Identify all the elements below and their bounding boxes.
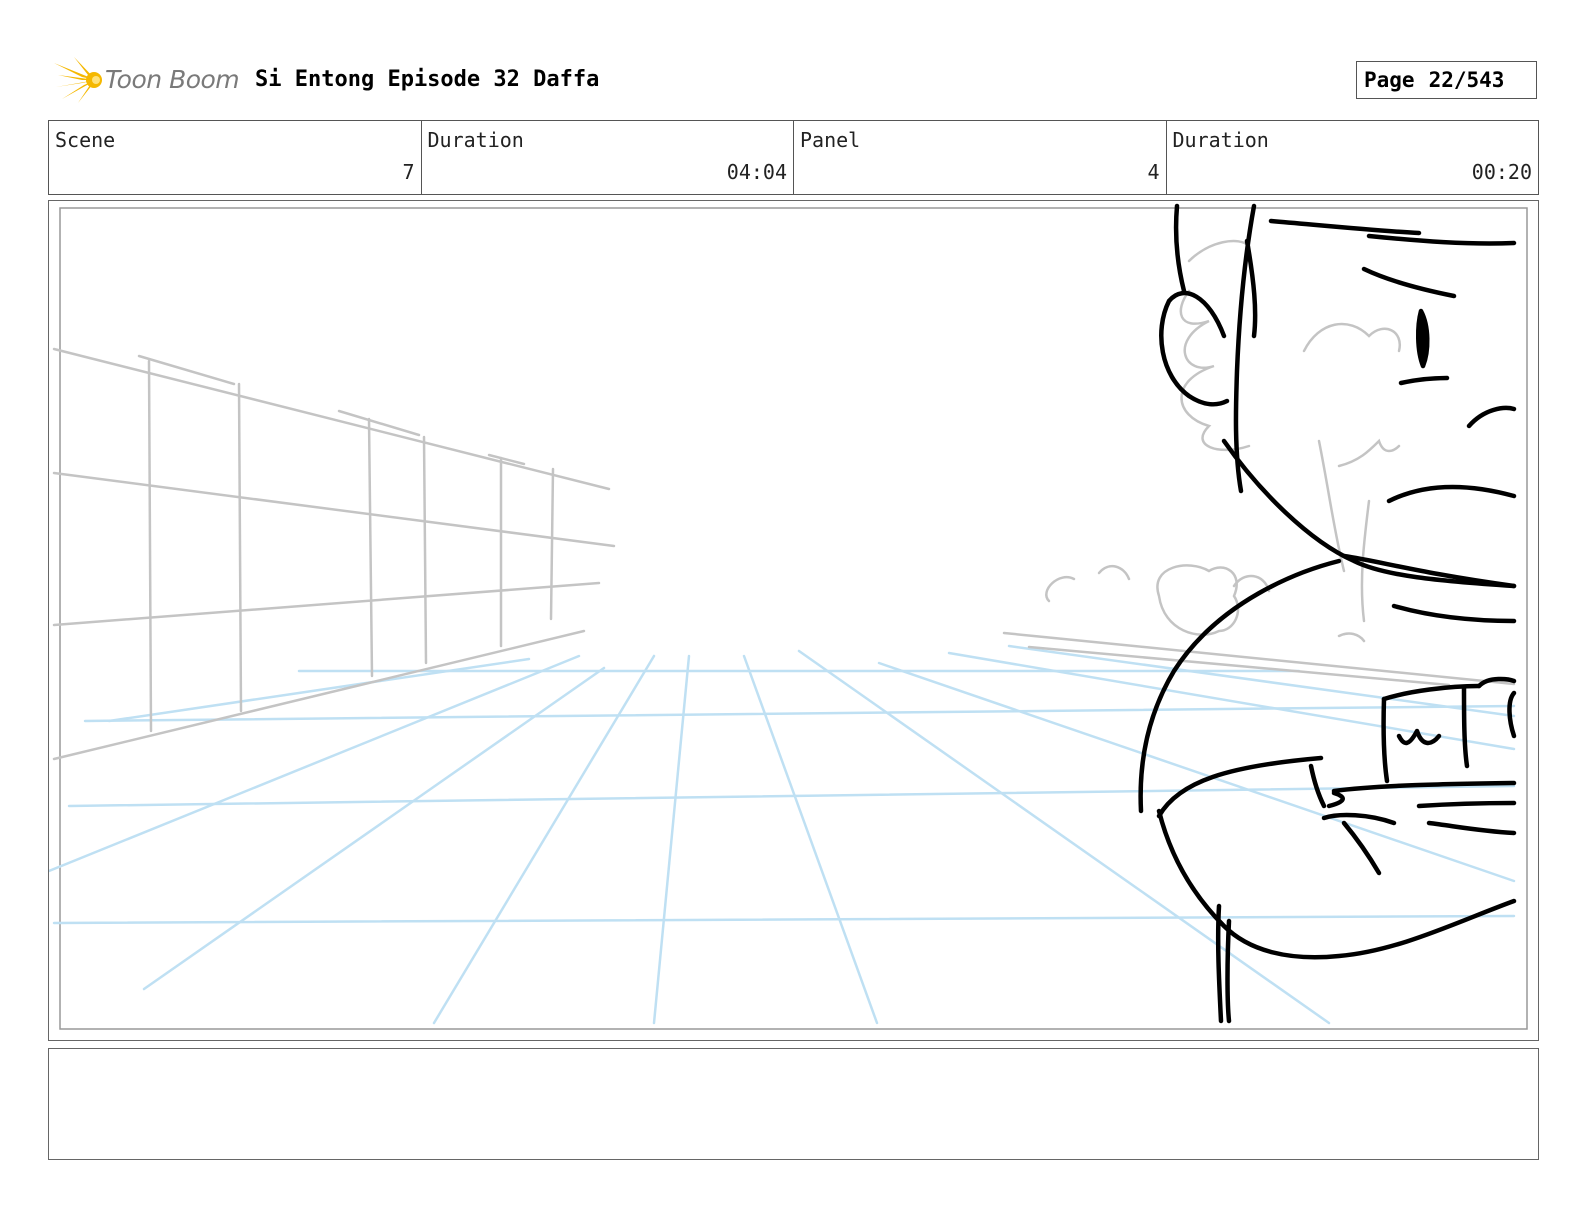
page-indicator: Page 22/543 — [1356, 61, 1537, 99]
scene-duration-cell: Duration 04:04 — [422, 121, 794, 194]
scene-label: Scene — [55, 128, 116, 152]
scene-value: 7 — [402, 160, 415, 184]
panel-duration-label: Duration — [1172, 128, 1269, 152]
panel-notes-box[interactable] — [48, 1048, 1539, 1160]
panel-drawing — [49, 203, 1528, 1030]
safe-area-frame — [59, 207, 1528, 1030]
page-label: Page — [1364, 68, 1415, 92]
background-building-sketch — [52, 239, 1516, 761]
panel-cell: Panel 4 — [794, 121, 1167, 194]
toon-boom-logo: Toon Boom — [52, 55, 242, 105]
panel-duration-cell: Duration 00:20 — [1167, 121, 1539, 194]
page-number: 22/543 — [1428, 68, 1505, 92]
panel-label: Panel — [800, 128, 861, 152]
document-title: Si Entong Episode 32 Daffa — [255, 67, 600, 92]
panel-value: 4 — [1147, 160, 1160, 184]
storyboard-panel — [48, 200, 1539, 1041]
scene-duration-value: 04:04 — [726, 160, 787, 184]
logo-text: Toon Boom — [105, 65, 240, 94]
scene-cell: Scene 7 — [49, 121, 422, 194]
panel-duration-value: 00:20 — [1471, 160, 1532, 184]
scene-duration-label: Duration — [427, 128, 524, 152]
perspective-grid — [49, 644, 1516, 1025]
starburst-icon — [54, 57, 102, 103]
scene-info-table: Scene 7 Duration 04:04 Panel 4 Duration … — [48, 120, 1539, 195]
page-header: Toon Boom Si Entong Episode 32 Daffa Pag… — [50, 55, 1539, 105]
